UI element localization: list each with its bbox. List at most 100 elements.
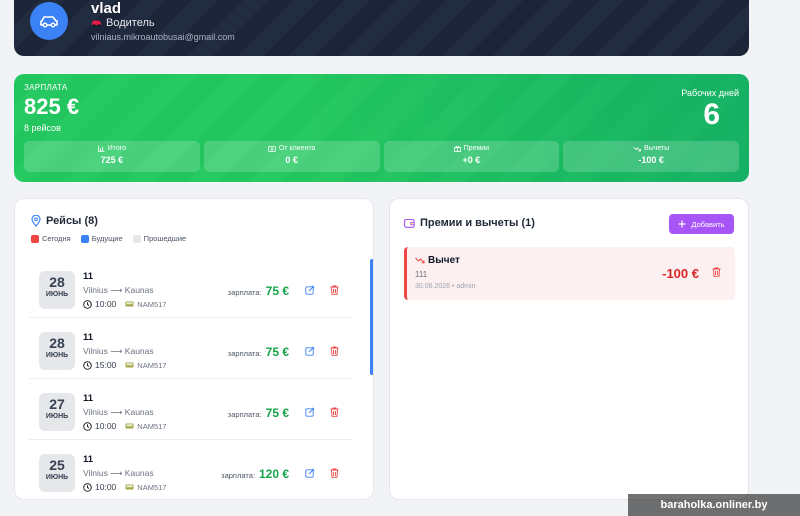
trip-row[interactable]: 28 ИЮНЬ 11 Vilnius ⟶ Kaunas 10:00 NAM517… — [29, 257, 353, 318]
trips-title: Рейсы (8) — [31, 215, 98, 227]
trash-icon[interactable] — [330, 285, 339, 295]
trip-salary: зарплата: 75 € — [228, 284, 289, 298]
trip-meta: 10:00 NAM517 — [83, 482, 166, 492]
profile-role: Водитель — [91, 17, 155, 29]
trip-salary-value: 75 € — [265, 406, 289, 420]
trip-time: 10:00 — [95, 421, 117, 431]
trip-route: Vilnius ⟶ Kaunas — [83, 285, 154, 295]
trip-month: ИЮНЬ — [45, 291, 69, 298]
clock-icon — [83, 360, 92, 370]
trip-salary-label: зарплата: — [227, 288, 262, 297]
salary-card: ЗАРПЛАТА 825 € 8 рейсов Рабочих дней 6 И… — [14, 74, 749, 182]
trip-time: 15:00 — [95, 360, 117, 370]
trash-icon[interactable] — [712, 267, 721, 277]
trip-route: Vilnius ⟶ Kaunas — [83, 468, 154, 478]
stat-bonus: Премии +0 € — [383, 141, 560, 172]
trip-number: 11 — [83, 332, 94, 343]
stat-bonus-value: +0 € — [462, 155, 481, 165]
trash-icon[interactable] — [330, 407, 339, 417]
trip-salary-value: 75 € — [265, 284, 289, 298]
trip-day: 28 — [49, 335, 65, 351]
trip-salary-label: зарплата: — [227, 349, 262, 358]
bonus-amount: -100 € — [662, 266, 699, 281]
bonus-type: Вычет — [415, 255, 460, 266]
trip-date: 28 ИЮНЬ — [39, 332, 75, 370]
trip-meta: 10:00 NAM517 — [83, 421, 166, 431]
trip-route: Vilnius ⟶ Kaunas — [83, 407, 154, 417]
bus-icon — [125, 301, 134, 306]
car-icon — [40, 16, 58, 28]
clock-icon — [83, 299, 92, 309]
clock-icon — [83, 482, 92, 492]
trip-month: ИЮНЬ — [45, 352, 69, 359]
trash-icon[interactable] — [330, 346, 339, 356]
trip-salary-label: зарплата: — [221, 471, 255, 480]
avatar — [30, 2, 68, 40]
trip-row[interactable]: 28 ИЮНЬ 11 Vilnius ⟶ Kaunas 15:00 NAM517… — [29, 318, 353, 379]
profile-header: vlad Водитель vilniaus.mikroautobusai@gm… — [14, 0, 749, 56]
car-emoji-icon — [92, 20, 101, 27]
trip-plate: NAM517 — [125, 422, 166, 431]
stat-client-label: От клиента — [278, 145, 316, 152]
add-bonus-label: Добавить — [691, 219, 725, 229]
edit-icon[interactable] — [305, 468, 315, 478]
trip-date: 25 ИЮНЬ — [39, 454, 75, 492]
stat-client: От клиента 0 € — [203, 141, 380, 172]
trip-date: 27 ИЮНЬ — [39, 393, 75, 431]
profile-email: vilniaus.mikroautobusai@gmail.com — [91, 32, 235, 42]
trip-salary: зарплата: 75 € — [228, 406, 289, 420]
stat-deductions: Вычеты -100 € — [563, 141, 739, 172]
stat-total-value: 725 € — [100, 155, 124, 165]
legend-today-label: Сегодня — [42, 234, 71, 243]
stat-deductions-value: -100 € — [638, 155, 664, 165]
trip-month: ИЮНЬ — [45, 474, 69, 481]
clock-icon — [83, 421, 92, 431]
bonus-note: 111 — [415, 270, 428, 279]
bonus-item[interactable]: Вычет 111 30.06.2026 • admin -100 € — [404, 247, 735, 300]
legend-future: Будущие — [80, 234, 123, 243]
trip-salary-value: 120 € — [258, 467, 289, 481]
trip-row[interactable]: 27 ИЮНЬ 11 Vilnius ⟶ Kaunas 10:00 NAM517… — [29, 379, 353, 440]
stat-total-label: Итого — [107, 145, 127, 152]
trip-plate: NAM517 — [125, 483, 166, 492]
plus-icon — [678, 220, 686, 228]
trip-day: 27 — [49, 396, 65, 412]
bonus-meta: 30.06.2026 • admin — [415, 283, 476, 290]
trip-meta: 10:00 NAM517 — [83, 299, 166, 309]
legend-future-swatch — [80, 234, 89, 243]
trip-month: ИЮНЬ — [45, 413, 69, 420]
bus-icon — [125, 423, 134, 428]
trip-row[interactable]: 25 ИЮНЬ 11 Vilnius ⟶ Kaunas 10:00 NAM517… — [29, 440, 353, 499]
trip-plate: NAM517 — [125, 300, 166, 309]
trip-time: 10:00 — [95, 299, 117, 309]
trip-plate-text: NAM517 — [137, 421, 167, 431]
trip-plate: NAM517 — [125, 361, 166, 370]
work-days-label: Рабочих дней — [681, 88, 739, 98]
watermark: baraholka.onliner.by — [628, 494, 800, 516]
trip-plate-text: NAM517 — [137, 360, 167, 370]
edit-icon[interactable] — [305, 285, 315, 295]
map-pin-icon — [31, 215, 41, 227]
add-bonus-button[interactable]: Добавить — [669, 214, 734, 234]
trip-day: 28 — [49, 274, 65, 290]
trend-down-icon — [633, 146, 641, 151]
trips-panel: Рейсы (8) Сегодня Будущие Прошедшие 28 И… — [14, 198, 374, 500]
legend-past: Прошедшие — [132, 234, 186, 243]
trip-meta: 15:00 NAM517 — [83, 360, 166, 370]
trips-list[interactable]: 28 ИЮНЬ 11 Vilnius ⟶ Kaunas 10:00 NAM517… — [29, 255, 367, 499]
trips-scrollbar[interactable] — [370, 259, 373, 375]
trip-number: 11 — [83, 454, 94, 465]
legend-future-label: Будущие — [91, 234, 123, 243]
work-days-value: 6 — [703, 98, 720, 131]
stat-bonus-label: Премии — [463, 145, 490, 152]
trip-salary-value: 75 € — [265, 345, 289, 359]
salary-trips-count: 8 рейсов — [24, 123, 61, 133]
edit-icon[interactable] — [305, 407, 315, 417]
profile-role-label: Водитель — [106, 17, 155, 29]
trash-icon[interactable] — [330, 468, 339, 478]
bonus-type-label: Вычет — [428, 255, 460, 266]
salary-amount: 825 € — [24, 94, 80, 119]
edit-icon[interactable] — [305, 346, 315, 356]
trip-number: 11 — [83, 271, 94, 282]
trip-plate-text: NAM517 — [137, 299, 167, 309]
